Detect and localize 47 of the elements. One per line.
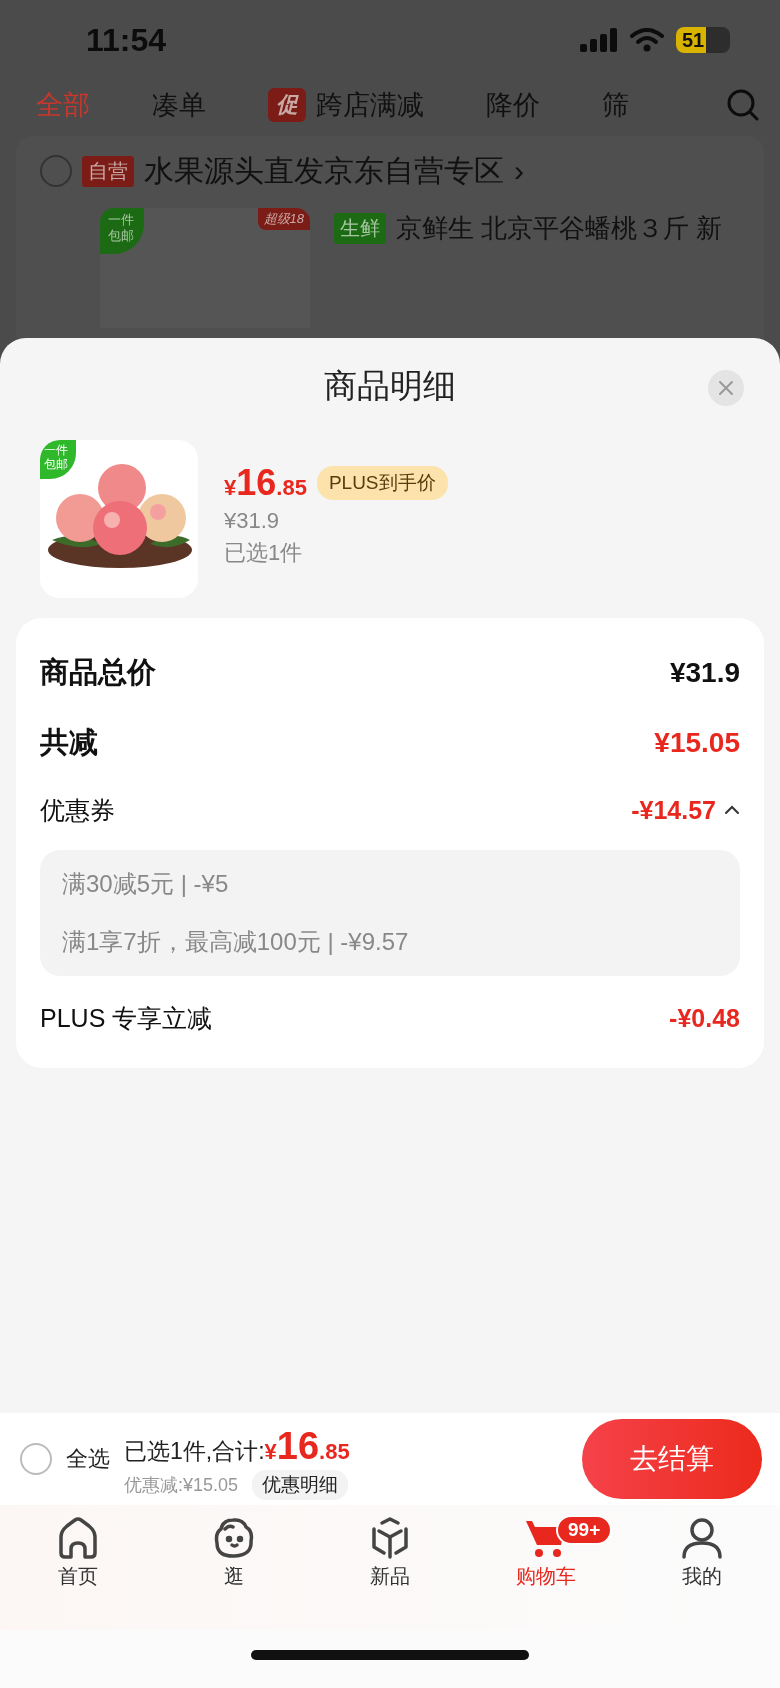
summary-value: ¥31.9 bbox=[669, 657, 740, 689]
coupon-detail: 满1享7折，最高减100元 | -¥9.57 bbox=[62, 927, 410, 957]
summary-value: -¥14.57 bbox=[631, 795, 716, 825]
nav-tab[interactable]: 首页 bbox=[0, 1515, 156, 1611]
product-title: 京鲜生 北京平谷蟠桃３斤 新 bbox=[396, 211, 723, 245]
total-price: ¥16.85 bbox=[264, 1424, 350, 1468]
category-tag: 生鲜 bbox=[334, 212, 386, 244]
chevron-icon: › bbox=[514, 154, 524, 188]
status-time: 11:54 bbox=[86, 21, 167, 59]
nav-tab[interactable]: 新品 bbox=[312, 1515, 468, 1611]
summary-label: PLUS 专享立减 bbox=[40, 1002, 213, 1034]
signal-icon bbox=[580, 28, 618, 52]
self-operated-tag: 自营 bbox=[82, 155, 134, 187]
shop-checkbox[interactable] bbox=[40, 155, 72, 187]
shipping-badge: 一件包邮 bbox=[100, 208, 144, 254]
discount-amount: 优惠减:¥15.05 bbox=[124, 1473, 239, 1497]
close-button[interactable] bbox=[708, 370, 744, 406]
search-icon[interactable] bbox=[726, 88, 760, 122]
close-icon bbox=[718, 380, 734, 396]
nav-tab[interactable]: 我的 bbox=[624, 1515, 780, 1611]
summary-label: 优惠券 bbox=[40, 794, 115, 826]
nav-tab[interactable]: 逛 bbox=[156, 1515, 312, 1611]
promo-tag: 超级18 bbox=[257, 208, 310, 230]
select-all-checkbox[interactable] bbox=[20, 1443, 52, 1475]
coupon-detail: 满30减5元 | -¥5 bbox=[62, 869, 230, 899]
nav-tab[interactable]: 购物车 99+ bbox=[468, 1515, 624, 1611]
sheet-title: 商品明细 bbox=[324, 365, 456, 406]
select-all-label[interactable]: 全选 bbox=[66, 1444, 110, 1474]
person-icon bbox=[679, 1515, 725, 1561]
selected-count: 已选1件 bbox=[224, 539, 304, 567]
battery-icon: 51 bbox=[676, 27, 730, 53]
discount-detail-button[interactable]: 优惠明细 bbox=[252, 1469, 349, 1500]
count-badge: 99+ bbox=[556, 1515, 613, 1545]
chevron-up-icon[interactable] bbox=[724, 805, 740, 815]
plus-price-tag: PLUS到手价 bbox=[316, 466, 448, 500]
summary-value: -¥0.48 bbox=[669, 1003, 740, 1033]
plus-price: ¥16.85 bbox=[224, 462, 307, 504]
summary-label: 共减 bbox=[40, 725, 98, 760]
promo-badge: 促 bbox=[268, 88, 306, 122]
original-price: ¥31.9 bbox=[224, 508, 281, 534]
filter-tab[interactable]: 促 跨店满减 bbox=[268, 87, 424, 123]
wifi-icon bbox=[630, 28, 664, 52]
total-label: 已选1件,合计: bbox=[124, 1436, 265, 1466]
summary-label: 商品总价 bbox=[40, 655, 156, 690]
summary-value: ¥15.05 bbox=[654, 727, 740, 759]
shipping-badge: 一件包邮 bbox=[40, 440, 76, 479]
checkout-button[interactable]: 去结算 bbox=[582, 1419, 762, 1499]
